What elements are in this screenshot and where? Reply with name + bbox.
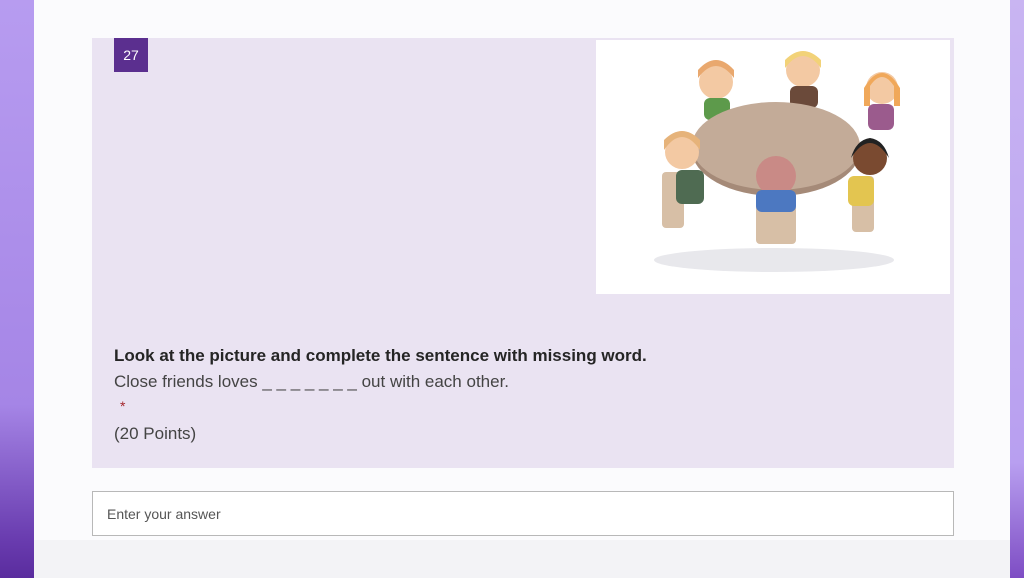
friends-around-table-illustration xyxy=(654,51,900,272)
question-sentence: Close friends loves _ _ _ _ _ _ _ out wi… xyxy=(114,372,510,391)
required-marker: * xyxy=(120,398,126,414)
form-footer-area xyxy=(34,540,1010,578)
question-points: (20 Points) xyxy=(114,424,197,443)
right-background-panel xyxy=(1010,0,1024,578)
question-card: 27 Look at the picture and complete the … xyxy=(92,38,954,468)
question-image xyxy=(596,40,950,294)
left-background-panel xyxy=(0,0,34,578)
answer-input[interactable] xyxy=(92,491,954,536)
question-title: Look at the picture and complete the sen… xyxy=(114,346,647,365)
question-number-badge: 27 xyxy=(114,38,148,72)
